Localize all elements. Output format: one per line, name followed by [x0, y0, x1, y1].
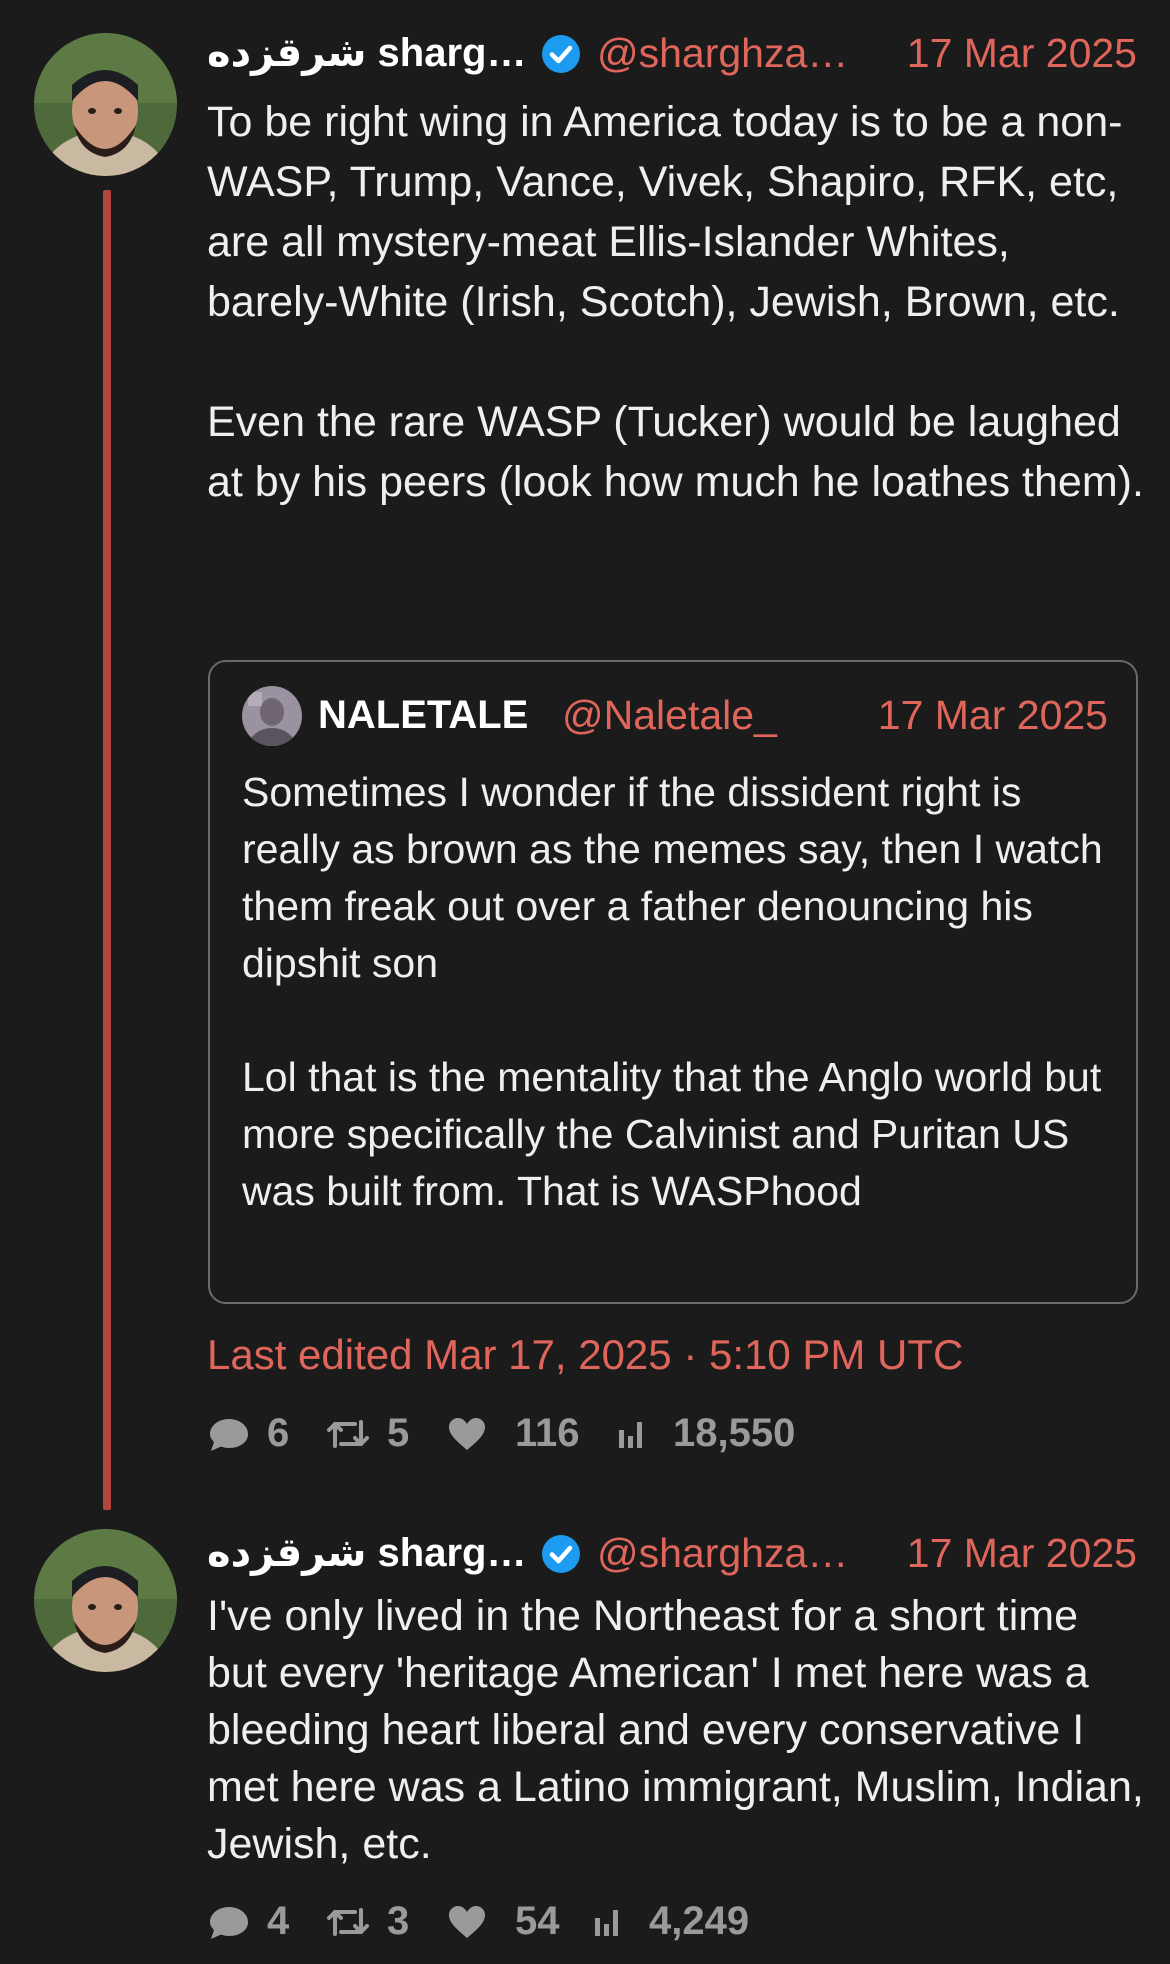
quoted-author-name[interactable]: NALETALE — [318, 692, 528, 738]
bar-chart-icon — [595, 1910, 618, 1936]
reply-bubble-icon — [210, 1907, 248, 1939]
tweet-paragraph: I've only lived in the Northeast for a s… — [207, 1592, 1144, 1868]
quoted-paragraph: Lol that is the mentality that the Anglo… — [242, 1054, 1102, 1214]
tweet-2[interactable]: شرقزده sharg… @sharghza… 17 Mar 2025 I'v… — [0, 1510, 1170, 1964]
views-count: 4,249 — [649, 1899, 750, 1943]
tweet-header: شرقزده sharg… @sharghza… 17 Mar 2025 — [207, 1530, 1137, 1576]
views-count: 18,550 — [673, 1411, 796, 1455]
tweet-paragraph: To be right wing in America today is to … — [207, 98, 1123, 326]
tweet-date[interactable]: 17 Mar 2025 — [907, 30, 1137, 76]
tweet-text: To be right wing in America today is to … — [207, 92, 1147, 512]
quoted-author-avatar[interactable] — [242, 686, 302, 746]
reply-bubble-icon — [210, 1419, 248, 1451]
tweet-date[interactable]: 17 Mar 2025 — [907, 1530, 1137, 1576]
tweet-1[interactable]: شرقزده sharg… @sharghza… 17 Mar 2025 To … — [0, 0, 1170, 1510]
quoted-header: NALETALE @Naletale_ 17 Mar 2025 — [318, 692, 1108, 738]
heart-icon — [449, 1418, 485, 1450]
author-avatar[interactable] — [34, 33, 177, 176]
tweet-stats: 4 3 54 4,249 — [207, 1896, 907, 1946]
heart-icon — [449, 1906, 485, 1938]
tweet-paragraph: Even the rare WASP (Tucker) would be lau… — [207, 398, 1144, 506]
author-name[interactable]: شرقزده sharg… — [207, 30, 526, 76]
reply-count: 6 — [267, 1411, 290, 1455]
author-handle[interactable]: @sharghza… — [597, 30, 848, 76]
author-name[interactable]: شرقزده sharg… — [207, 1530, 526, 1576]
tweet-header: شرقزده sharg… @sharghza… 17 Mar 2025 — [207, 30, 1137, 76]
author-handle[interactable]: @sharghza… — [597, 1530, 848, 1576]
thread-line — [103, 190, 111, 1510]
retweet-count: 5 — [387, 1411, 410, 1455]
quoted-author-handle[interactable]: @Naletale_ — [562, 692, 777, 738]
tweet-text: I've only lived in the Northeast for a s… — [207, 1588, 1147, 1873]
author-avatar[interactable] — [34, 1529, 177, 1672]
like-count: 54 — [515, 1899, 560, 1943]
quoted-paragraph: Sometimes I wonder if the dissident righ… — [242, 769, 1103, 986]
reply-count: 4 — [267, 1899, 290, 1943]
quoted-text: Sometimes I wonder if the dissident righ… — [242, 764, 1122, 1220]
retweet-icon — [327, 1908, 369, 1936]
quoted-tweet[interactable]: NALETALE @Naletale_ 17 Mar 2025 Sometime… — [208, 660, 1138, 1304]
verified-badge-icon — [542, 35, 580, 73]
verified-badge-icon — [542, 1535, 580, 1573]
retweet-icon — [327, 1420, 369, 1448]
quoted-date[interactable]: 17 Mar 2025 — [878, 692, 1108, 738]
bar-chart-icon — [619, 1422, 642, 1448]
tweet-stats: 6 5 116 18,550 — [207, 1408, 907, 1458]
like-count: 116 — [515, 1411, 580, 1455]
last-edited-link[interactable]: Last edited Mar 17, 2025 · 5:10 PM UTC — [207, 1330, 963, 1380]
retweet-count: 3 — [387, 1899, 410, 1943]
